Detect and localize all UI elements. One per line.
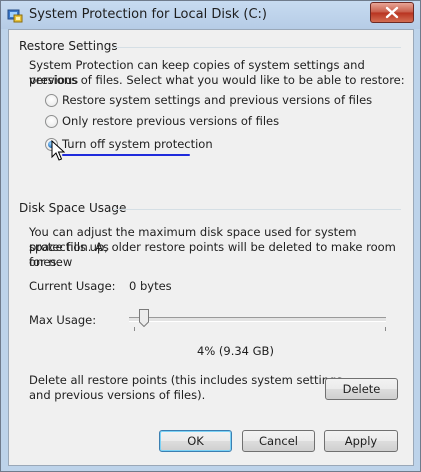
- disk-description-line3: ones.: [29, 255, 61, 269]
- radio-only-previous-versions[interactable]: Only restore previous versions of files: [45, 114, 345, 130]
- annotation-underline: [62, 154, 190, 156]
- radio-label: Turn off system protection: [62, 137, 213, 151]
- cancel-button[interactable]: Cancel: [242, 430, 315, 452]
- current-usage-label: Current Usage:: [29, 279, 116, 293]
- system-protection-icon: [7, 7, 23, 23]
- disk-description-line2: space fills up, older restore points wil…: [29, 240, 396, 269]
- dialog-window: System Protection for Local Disk (C:) Re…: [0, 0, 421, 472]
- apply-button[interactable]: Apply: [324, 430, 398, 452]
- dialog-body: Restore Settings System Protection can k…: [8, 29, 414, 466]
- close-button[interactable]: [370, 2, 414, 23]
- title-bar[interactable]: System Protection for Local Disk (C:): [1, 1, 420, 29]
- window-title: System Protection for Local Disk (C:): [29, 7, 267, 22]
- radio-label: Restore system settings and previous ver…: [62, 93, 373, 107]
- restore-description-line2: versions of files. Select what you would…: [29, 73, 405, 87]
- ok-button[interactable]: OK: [159, 430, 232, 452]
- max-usage-slider-thumb[interactable]: [139, 309, 150, 327]
- disk-space-heading: Disk Space Usage: [19, 201, 127, 215]
- current-usage-value: 0 bytes: [129, 279, 172, 293]
- delete-button[interactable]: Delete: [325, 378, 398, 400]
- restore-settings-separator: [113, 47, 401, 48]
- radio-button[interactable]: [45, 115, 58, 128]
- max-usage-label: Max Usage:: [29, 313, 97, 327]
- delete-description-line1: Delete all restore points (this includes…: [29, 373, 343, 387]
- radio-label: Only restore previous versions of files: [62, 114, 280, 128]
- disk-space-separator: [113, 209, 401, 210]
- radio-restore-settings-and-files[interactable]: Restore system settings and previous ver…: [45, 93, 372, 109]
- max-usage-value: 4% (9.34 GB): [197, 344, 274, 358]
- restore-settings-heading: Restore Settings: [19, 39, 118, 53]
- max-usage-slider-track[interactable]: [129, 317, 386, 322]
- close-icon: [385, 6, 399, 19]
- slider-ticks: [134, 327, 386, 331]
- mouse-pointer-icon: [51, 140, 65, 161]
- delete-description-line2: and previous versions of files).: [29, 388, 206, 402]
- radio-turn-off-protection[interactable]: Turn off system protection: [45, 137, 345, 153]
- radio-button[interactable]: [45, 94, 58, 107]
